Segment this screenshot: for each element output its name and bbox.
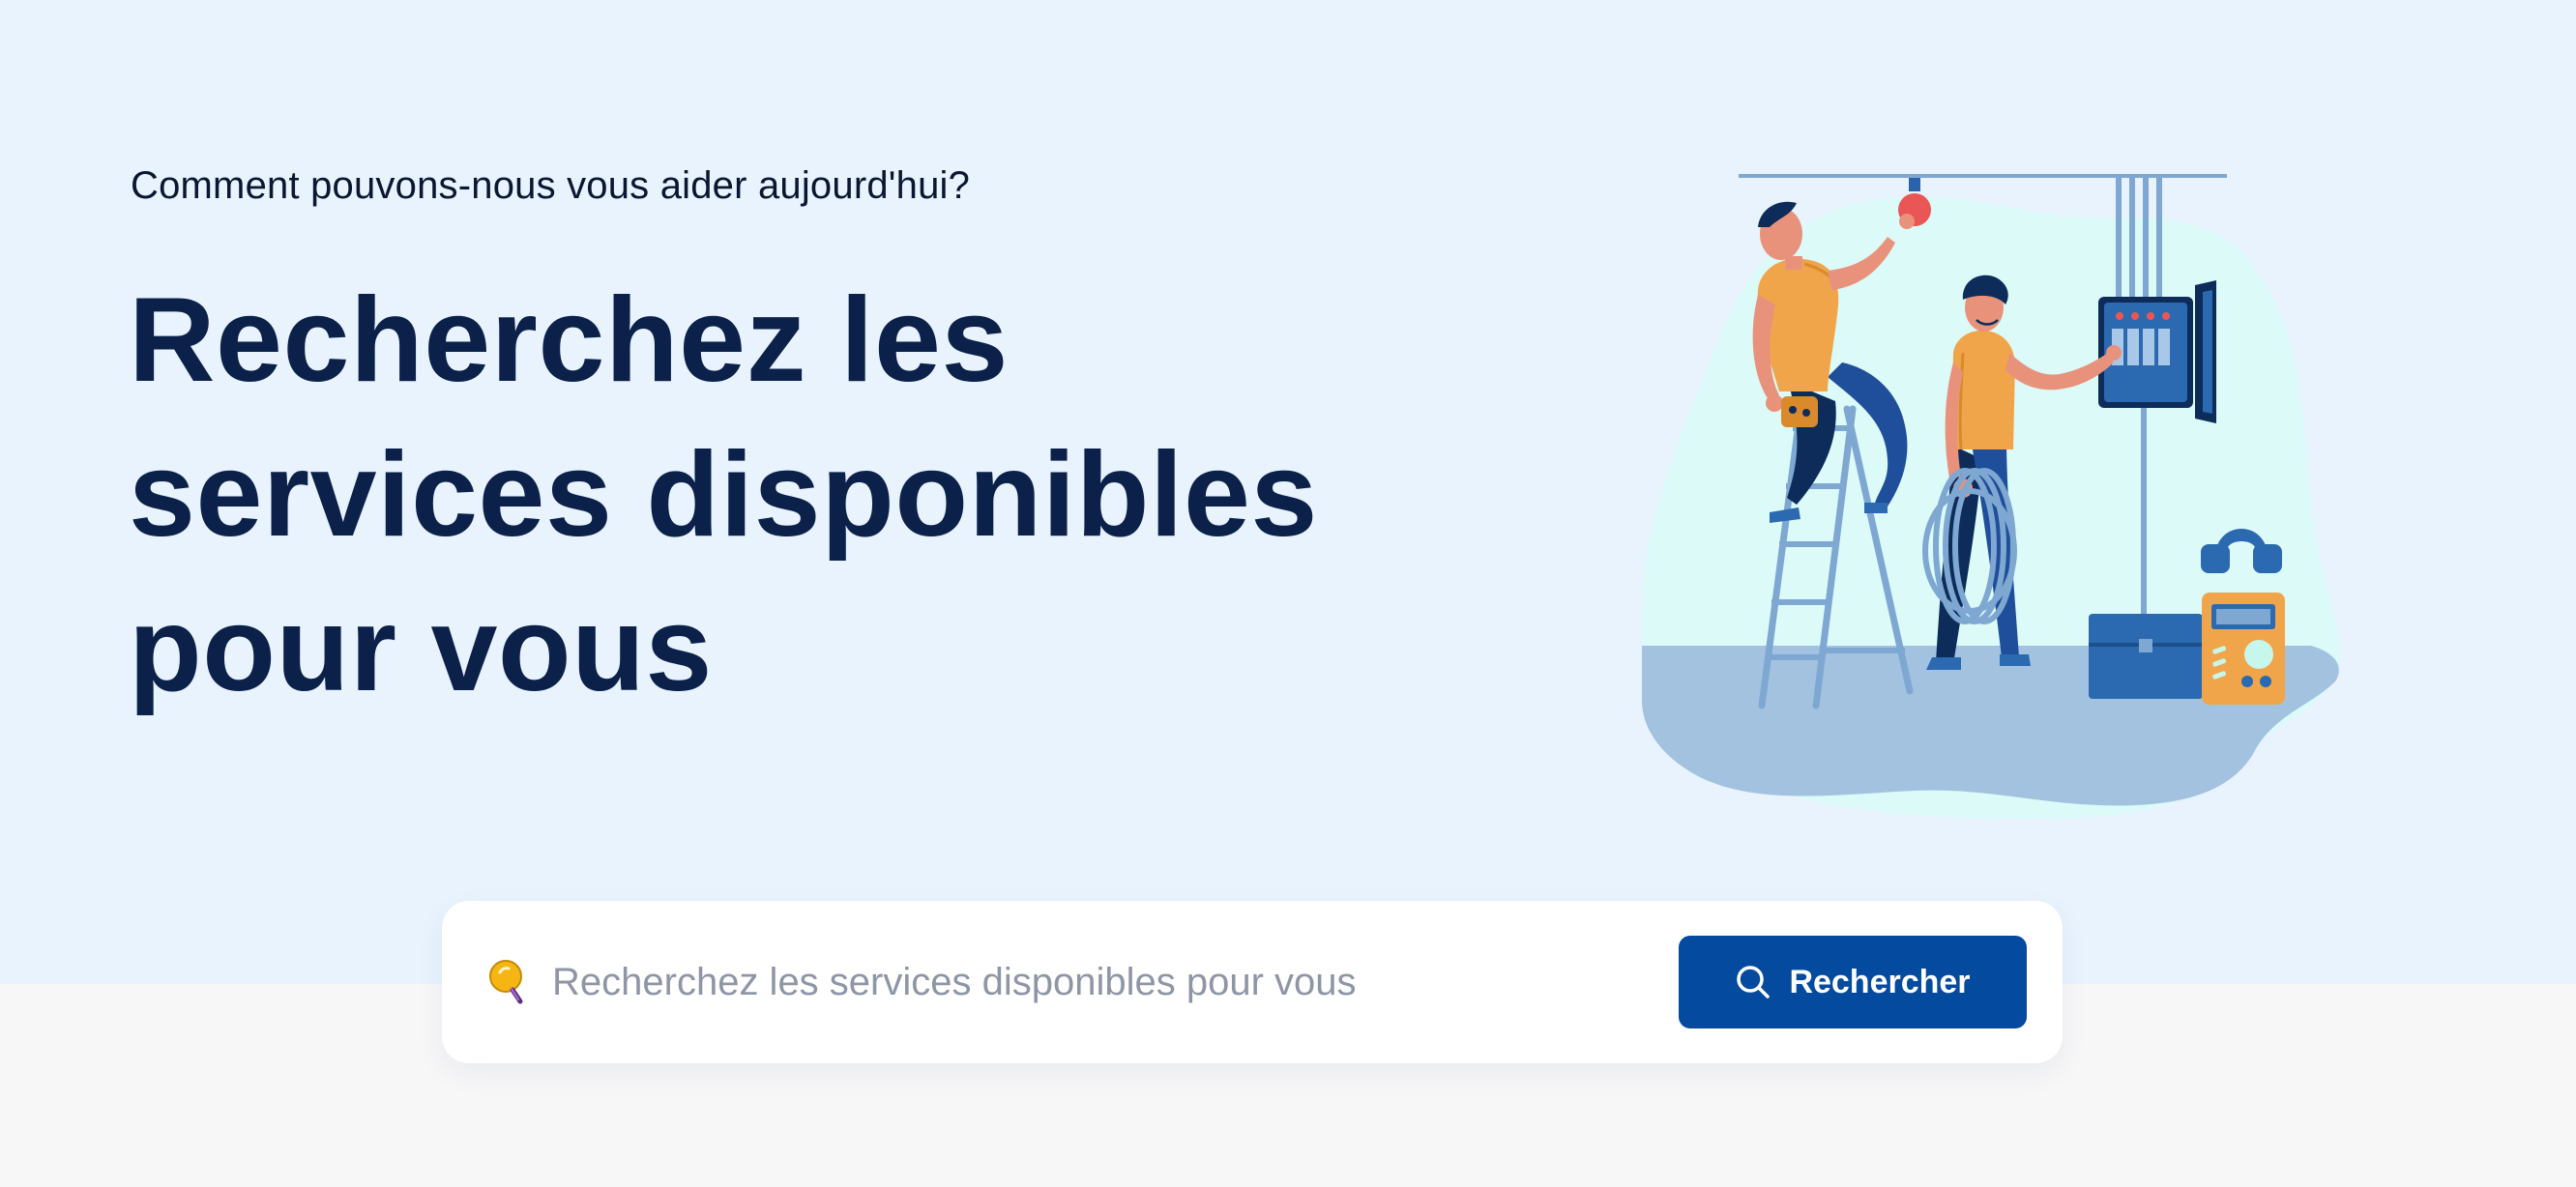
electricians-illustration: [1641, 174, 2340, 820]
hero-section: Comment pouvons-nous vous aider aujourd'…: [0, 0, 2576, 984]
search-button[interactable]: Rechercher: [1679, 936, 2027, 1028]
lightbulb-icon: [489, 960, 523, 1004]
search-bar: Rechercher: [442, 901, 2063, 1063]
search-icon: [1737, 966, 1771, 999]
search-button-label: Rechercher: [1789, 963, 1971, 1000]
hero-kicker: Comment pouvons-nous vous aider aujourd'…: [131, 164, 971, 207]
search-input[interactable]: [552, 943, 1577, 1021]
page-title: Recherchez les services disponibles pour…: [129, 274, 1318, 716]
